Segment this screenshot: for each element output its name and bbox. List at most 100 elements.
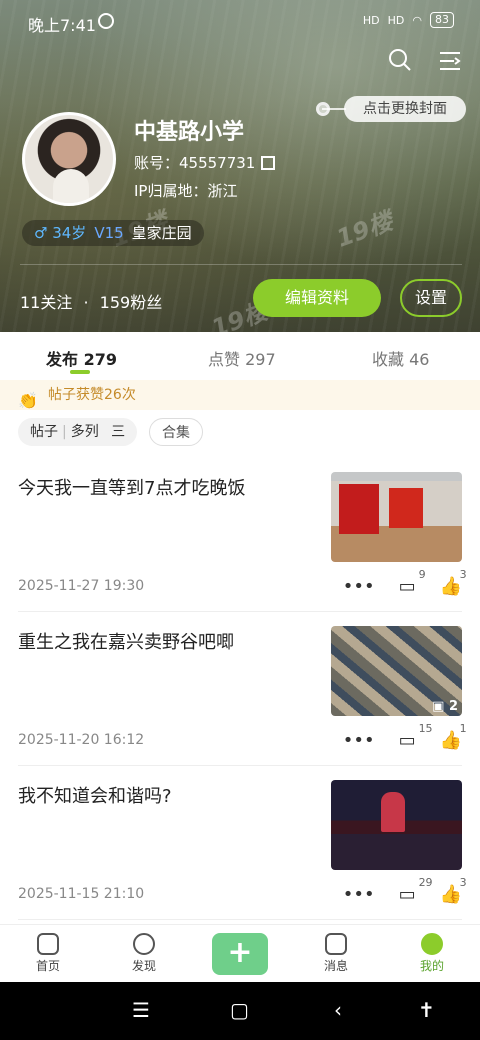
edit-profile-button[interactable]: 编辑资料: [253, 279, 381, 317]
back-icon[interactable]: ‹: [334, 998, 342, 1022]
bottom-nav: 首页 发现 + 消息 我的: [0, 924, 480, 982]
recent-apps-icon[interactable]: ☰: [132, 998, 150, 1022]
like-icon[interactable]: 👍 3: [440, 568, 467, 597]
nav-label: 我的: [419, 959, 444, 973]
collection-chip[interactable]: 合集: [149, 418, 203, 446]
tab-label: 收藏: [372, 350, 405, 369]
level-badge: V15: [94, 224, 124, 242]
tab-label: 点赞: [208, 350, 241, 369]
post-thumbnail[interactable]: [331, 472, 462, 562]
nav-home[interactable]: 首页: [18, 933, 78, 974]
signal-icon: HD: [362, 13, 380, 27]
chip-three[interactable]: 三: [111, 424, 125, 440]
chip-multi-column[interactable]: 多列: [71, 424, 99, 440]
post-date: 2025-11-15 21:10: [18, 886, 145, 902]
account-text: 账号：45557731: [134, 154, 256, 172]
post-thumbnail[interactable]: [331, 780, 462, 870]
accessibility-icon[interactable]: ✝: [418, 998, 435, 1022]
list-item[interactable]: 重生之我在嘉兴卖野谷吧唧 ▣ 2 2025-11-20 16:12 ••• ▭ 1…: [18, 626, 467, 780]
wifi-icon: ◠: [412, 13, 422, 27]
active-tab-indicator: [70, 370, 90, 374]
list-item[interactable]: 我不知道会和谐吗? 2025-11-15 21:10 ••• ▭ 29 👍 3: [18, 780, 467, 934]
like-icon[interactable]: 👍 1: [440, 722, 467, 751]
clap-icon: 👏: [18, 391, 38, 410]
tab-label: 发布: [46, 350, 79, 369]
comment-icon[interactable]: ▭ 29: [399, 876, 433, 905]
qr-code-icon[interactable]: [261, 156, 276, 170]
comment-icon[interactable]: ▭ 15: [399, 722, 433, 751]
chip-posts[interactable]: 帖子: [30, 424, 58, 440]
like-count: 1: [459, 722, 467, 735]
more-icon[interactable]: •••: [343, 576, 375, 597]
profile-name: 中基路小学: [134, 120, 245, 145]
change-cover-button[interactable]: 点击更换封面: [344, 96, 466, 122]
post-date: 2025-11-20 16:12: [18, 732, 145, 748]
status-time: 晚上7:41: [28, 16, 96, 35]
post-actions: ••• ▭ 29 👍 3: [343, 876, 467, 905]
divider: [18, 919, 462, 920]
comment-icon[interactable]: ▭ 9: [399, 568, 426, 597]
tab-count: 46: [409, 350, 430, 369]
menu-icon[interactable]: [438, 50, 462, 78]
like-icon[interactable]: 👍 3: [440, 876, 467, 905]
layout-switch-chip[interactable]: 帖子 | 多列 三: [18, 418, 138, 446]
following-count[interactable]: 11关注: [20, 293, 72, 312]
settings-button[interactable]: 设置: [400, 279, 462, 317]
search-icon[interactable]: [388, 48, 412, 78]
image-count: ▣ 2: [432, 699, 458, 714]
likes-notice: 👏 帖子获赞26次: [0, 380, 480, 410]
comment-count: 29: [418, 876, 433, 889]
post-title[interactable]: 重生之我在嘉兴卖野谷吧唧: [18, 628, 234, 654]
follow-separator: ·: [83, 293, 89, 312]
notice-text: 帖子获赞26次: [48, 387, 136, 403]
alarm-icon: [98, 13, 114, 29]
post-title[interactable]: 我不知道会和谐吗?: [18, 782, 172, 808]
home-button-icon[interactable]: ▢: [230, 998, 249, 1022]
tab-count: 279: [83, 350, 117, 369]
divider: [18, 611, 462, 612]
nav-label: 消息: [323, 959, 348, 973]
discover-icon: [133, 933, 155, 955]
avatar[interactable]: [22, 112, 116, 206]
watermark: 19楼: [332, 206, 397, 253]
post-actions: ••• ▭ 9 👍 3: [343, 568, 467, 597]
gender-age: ♂ 34岁: [34, 224, 87, 242]
nav-label: 发现: [131, 959, 156, 973]
tab-favorites[interactable]: 收藏 46: [372, 346, 429, 370]
home-icon: [37, 933, 59, 955]
divider: [20, 264, 462, 265]
nav-me[interactable]: 我的: [402, 933, 462, 974]
tab-likes[interactable]: 点赞 297: [208, 346, 276, 370]
more-icon[interactable]: •••: [343, 730, 375, 751]
battery-icon: 83: [430, 12, 454, 28]
tab-count: 297: [245, 350, 276, 369]
profile-icon: [421, 933, 443, 955]
system-nav-bar: ☰ ▢ ‹ ✝: [0, 982, 480, 1040]
more-icon[interactable]: •••: [343, 884, 375, 905]
list-item[interactable]: 今天我一直等到7点才吃晚饭 2025-11-27 19:30 ••• ▭ 9 👍 3: [18, 472, 467, 626]
message-icon: [325, 933, 347, 955]
comment-count: 9: [418, 568, 426, 581]
profile-tags: ♂ 34岁 V15 皇家庄园: [22, 220, 204, 246]
cover-toggle-line: [322, 108, 346, 110]
followers-count[interactable]: 159粉丝: [100, 293, 163, 312]
account-number: 账号：45557731: [134, 152, 276, 173]
status-icons: HD HD ◠ 83: [363, 12, 454, 28]
post-title[interactable]: 今天我一直等到7点才吃晚饭: [18, 474, 245, 500]
nav-discover[interactable]: 发现: [114, 933, 174, 974]
like-count: 3: [459, 876, 467, 889]
post-date: 2025-11-27 19:30: [18, 578, 145, 594]
follow-stats: 11关注 · 159粉丝: [20, 289, 162, 313]
create-post-button[interactable]: +: [212, 933, 268, 975]
divider: [18, 765, 462, 766]
signal-icon: HD: [387, 13, 405, 27]
comment-count: 15: [418, 722, 433, 735]
post-actions: ••• ▭ 15 👍 1: [343, 722, 467, 751]
post-thumbnail[interactable]: ▣ 2: [331, 626, 462, 716]
nav-label: 首页: [35, 959, 60, 973]
status-bar: 晚上7:41 HD HD ◠ 83: [0, 0, 480, 40]
title-badge: 皇家庄园: [131, 224, 192, 242]
nav-messages[interactable]: 消息: [306, 933, 366, 974]
like-count: 3: [459, 568, 467, 581]
tab-posts[interactable]: 发布 279: [46, 346, 117, 370]
